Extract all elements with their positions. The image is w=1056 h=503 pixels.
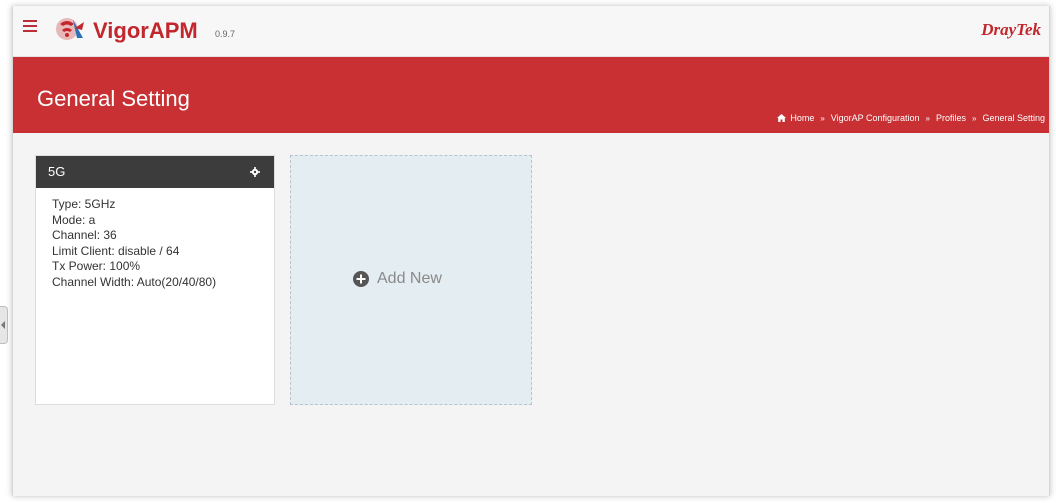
app-name: VigorAPM [93, 18, 198, 43]
breadcrumb-home[interactable]: Home [790, 113, 814, 123]
profile-details: Type: 5GHz Mode: a Channel: 36 Limit Cli… [36, 188, 274, 290]
profile-mode: Mode: a [52, 212, 96, 227]
breadcrumb-general-setting: General Setting [982, 113, 1045, 123]
top-bar: VigorAPM 0.9.7 DrayTek [13, 6, 1049, 57]
page-title: General Setting [37, 85, 190, 111]
breadcrumb-separator: » [925, 114, 930, 123]
breadcrumb-vigorap-configuration[interactable]: VigorAP Configuration [831, 113, 920, 123]
breadcrumb-separator: » [820, 114, 825, 123]
home-icon [777, 114, 787, 122]
profile-channel: Channel: 36 [52, 228, 117, 242]
main-content: 5G Type: 5GHz Mode: a Channel: 36 Limit … [13, 133, 1049, 496]
profile-card-header: 5G [36, 156, 274, 188]
profile-type: Type: 5GHz [52, 197, 116, 211]
profile-card[interactable]: 5G Type: 5GHz Mode: a Channel: 36 Limit … [35, 155, 275, 405]
profile-channel-width: Channel Width: Auto(20/40/80) [52, 274, 217, 289]
sidebar-toggle-handle[interactable] [0, 306, 8, 344]
add-new-content: Add New [353, 270, 442, 288]
breadcrumb-profiles[interactable]: Profiles [936, 113, 966, 123]
hamburger-icon[interactable] [23, 20, 37, 32]
breadcrumb: Home » VigorAP Configuration » Profiles » Gene… [777, 113, 1045, 123]
plus-circle-icon [353, 271, 369, 287]
profile-name: 5G [48, 164, 66, 179]
breadcrumb-separator: » [972, 114, 977, 123]
app-version: 0.9.7 [215, 29, 236, 39]
draytek-logo[interactable]: DrayTek [981, 20, 1041, 40]
profile-limit-client: Limit Client: disable / 64 [52, 243, 180, 258]
gear-icon[interactable] [250, 167, 260, 177]
profile-tx-power: Tx Power: 100% [52, 259, 141, 273]
add-new-label: Add New [377, 270, 442, 287]
add-new-profile-button[interactable]: Add New [290, 155, 532, 405]
app-window: VigorAPM 0.9.7 DrayTek General Setting H… [12, 6, 1050, 496]
vigorapm-logo-icon [56, 18, 84, 40]
page-header: General Setting Home » VigorAP Configurati… [13, 57, 1049, 133]
